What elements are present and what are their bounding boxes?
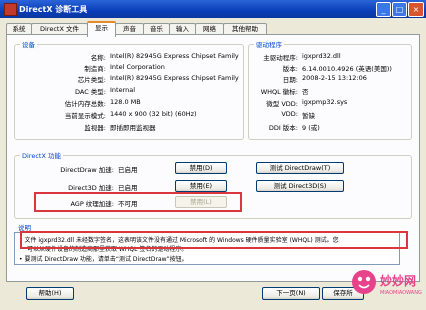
direct3d-status: 已启用 — [118, 184, 138, 192]
direct3d-label: Direct3D 加速: — [68, 184, 114, 192]
driver-label: 日期: — [282, 76, 298, 84]
device-legend: 设备 — [20, 39, 37, 49]
disable-directdraw-button[interactable]: 禁用(D) — [175, 162, 227, 174]
driver-value: 暂缺 — [302, 112, 315, 120]
device-label: 估计内存总数: — [64, 100, 106, 108]
agp-status: 不可用 — [118, 200, 138, 208]
driver-label: DDI 版本: — [268, 124, 298, 132]
device-label: 制造商: — [84, 65, 106, 73]
window-title: DirectX 诊断工具 — [19, 5, 88, 14]
tab-strip: 系统 DirectX 文件 显示 声音 音乐 输入 网络 其他帮助 — [6, 21, 420, 37]
device-value: Intel Corporation — [110, 63, 165, 71]
driver-value: 2008-2-15 13:12:06 — [302, 74, 367, 82]
tab-display[interactable]: 显示 — [87, 21, 116, 37]
device-value: Intel(R) 82945G Express Chipset Family — [110, 74, 239, 82]
agp-label: AGP 纹理加速: — [70, 200, 114, 208]
close-button[interactable]: × — [408, 2, 424, 17]
device-label: 当前显示模式: — [64, 112, 106, 120]
device-label: 名称: — [90, 54, 106, 62]
driver-label: 主驱动程序: — [263, 54, 298, 62]
device-value: 1440 x 900 (32 bit) (60Hz) — [110, 110, 197, 118]
device-value: Internal — [110, 86, 136, 94]
disable-agp-button[interactable]: 禁用(L) — [175, 196, 227, 208]
test-directdraw-button[interactable]: 测试 DirectDraw(T) — [256, 162, 344, 174]
driver-value: igxpmp32.sys — [302, 98, 348, 106]
driver-label: 微型 VDD: — [266, 100, 298, 108]
driver-legend: 驱动程序 — [254, 39, 284, 49]
disable-direct3d-button[interactable]: 禁用(E) — [175, 180, 227, 192]
note-text: 要测试 DirectDraw 功能，请单击“测试 DirectDraw”按钮。 — [24, 256, 188, 263]
driver-value: 否 — [302, 88, 309, 96]
directdraw-label: DirectDraw 加速: — [60, 166, 114, 174]
driver-label: VDD: — [281, 110, 298, 118]
site-watermark: 妙妙网 MIAOMIAOWANG — [350, 266, 426, 306]
device-value: 128.0 MB — [110, 98, 141, 106]
minimize-button[interactable]: _ — [376, 2, 391, 17]
note-highlight-box — [20, 231, 408, 249]
help-button[interactable]: 帮助(H) — [26, 287, 74, 300]
directx-legend: DirectX 功能 — [20, 150, 63, 160]
watermark-name: 妙妙网 — [380, 274, 417, 288]
directdraw-status: 已启用 — [118, 166, 138, 174]
driver-value: 9 (或) — [302, 124, 320, 132]
driver-label: 版本: — [282, 65, 298, 73]
app-icon — [4, 3, 17, 16]
driver-value: 6.14.0010.4926 (英语(美国)) — [302, 65, 392, 73]
maximize-button[interactable]: □ — [392, 2, 407, 17]
device-value: Intel(R) 82945G Express Chipset Family — [110, 52, 239, 60]
test-direct3d-button[interactable]: 测试 Direct3D(S) — [256, 180, 344, 192]
device-label: DAC 类型: — [74, 88, 106, 96]
device-value: 即插即用监视器 — [110, 124, 156, 132]
driver-label: WHQL 徽标: — [260, 88, 298, 96]
device-label: 监视器: — [84, 124, 106, 132]
next-page-button[interactable]: 下一页(N) — [262, 287, 320, 300]
note-item: • 要测试 DirectDraw 功能，请单击“测试 DirectDraw”按钮… — [19, 256, 188, 263]
watermark-domain: MIAOMIAOWANG — [380, 290, 422, 296]
device-label: 芯片类型: — [77, 76, 106, 84]
driver-value: igxprd32.dll — [302, 52, 341, 60]
